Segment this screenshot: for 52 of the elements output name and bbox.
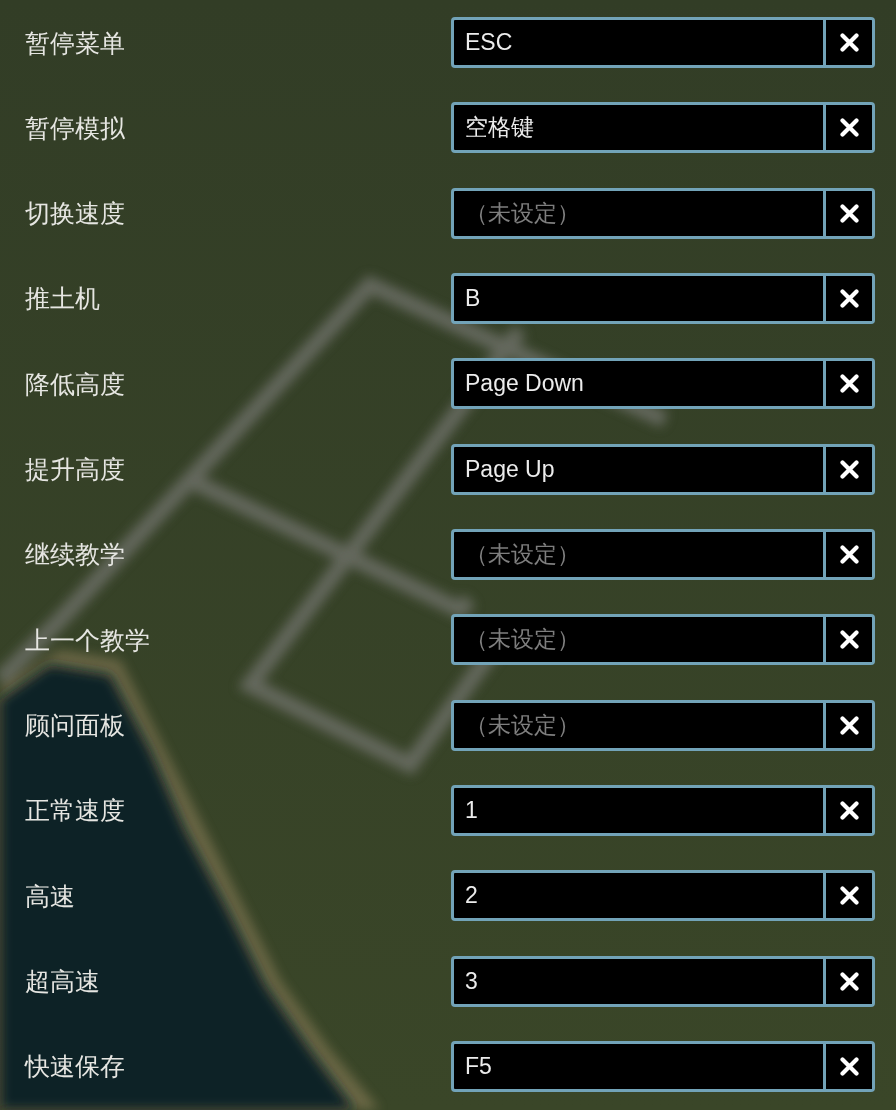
close-icon [839, 544, 859, 564]
close-icon [839, 715, 859, 735]
close-icon [839, 289, 859, 308]
clear-button[interactable] [826, 528, 875, 580]
key-field[interactable]: B [451, 273, 826, 324]
clear-button[interactable] [826, 1040, 875, 1092]
key-field[interactable]: F5 [451, 1040, 826, 1092]
setting-label: 降低高度 [25, 368, 125, 399]
key-field[interactable]: （未设定） [451, 699, 826, 751]
setting-label: 上一个教学 [25, 624, 150, 655]
key-field[interactable]: 2 [451, 870, 826, 922]
close-icon [839, 203, 859, 223]
setting-label: 暂停模拟 [25, 112, 125, 143]
key-field[interactable]: ESC [451, 17, 826, 68]
clear-button[interactable] [826, 187, 875, 239]
setting-label: 继续教学 [25, 539, 125, 570]
close-icon [839, 1056, 859, 1076]
close-icon [839, 118, 859, 138]
setting-label: 切换速度 [25, 198, 125, 229]
close-icon [839, 459, 859, 479]
close-icon [839, 971, 859, 991]
close-icon [839, 886, 859, 906]
clear-button[interactable] [826, 443, 875, 495]
close-icon [839, 33, 859, 52]
close-icon [839, 630, 859, 650]
setting-label: 快速保存 [25, 1051, 125, 1082]
clear-button[interactable] [826, 699, 875, 751]
key-field[interactable]: （未设定） [451, 187, 826, 239]
clear-button[interactable] [826, 273, 875, 324]
close-icon [839, 374, 859, 394]
setting-label: 顾问面板 [25, 710, 125, 741]
key-field[interactable]: （未设定） [451, 614, 826, 666]
clear-button[interactable] [826, 784, 875, 836]
key-field[interactable]: 1 [451, 784, 826, 836]
key-field[interactable]: （未设定） [451, 528, 826, 580]
setting-label: 超高速 [25, 966, 100, 997]
clear-button[interactable] [826, 870, 875, 922]
setting-label: 提升高度 [25, 454, 125, 485]
setting-label: 推土机 [25, 283, 100, 314]
clear-button[interactable] [826, 102, 875, 154]
clear-button[interactable] [826, 358, 875, 410]
key-field[interactable]: 空格键 [451, 102, 826, 154]
key-field[interactable]: Page Up [451, 443, 826, 495]
close-icon [839, 800, 859, 820]
clear-button[interactable] [826, 955, 875, 1007]
setting-label: 高速 [25, 880, 75, 911]
clear-button[interactable] [826, 17, 875, 68]
setting-label: 正常速度 [25, 795, 125, 826]
key-field[interactable]: 3 [451, 955, 826, 1007]
clear-button[interactable] [826, 614, 875, 666]
setting-label: 暂停菜单 [25, 27, 125, 58]
key-field[interactable]: Page Down [451, 358, 826, 410]
